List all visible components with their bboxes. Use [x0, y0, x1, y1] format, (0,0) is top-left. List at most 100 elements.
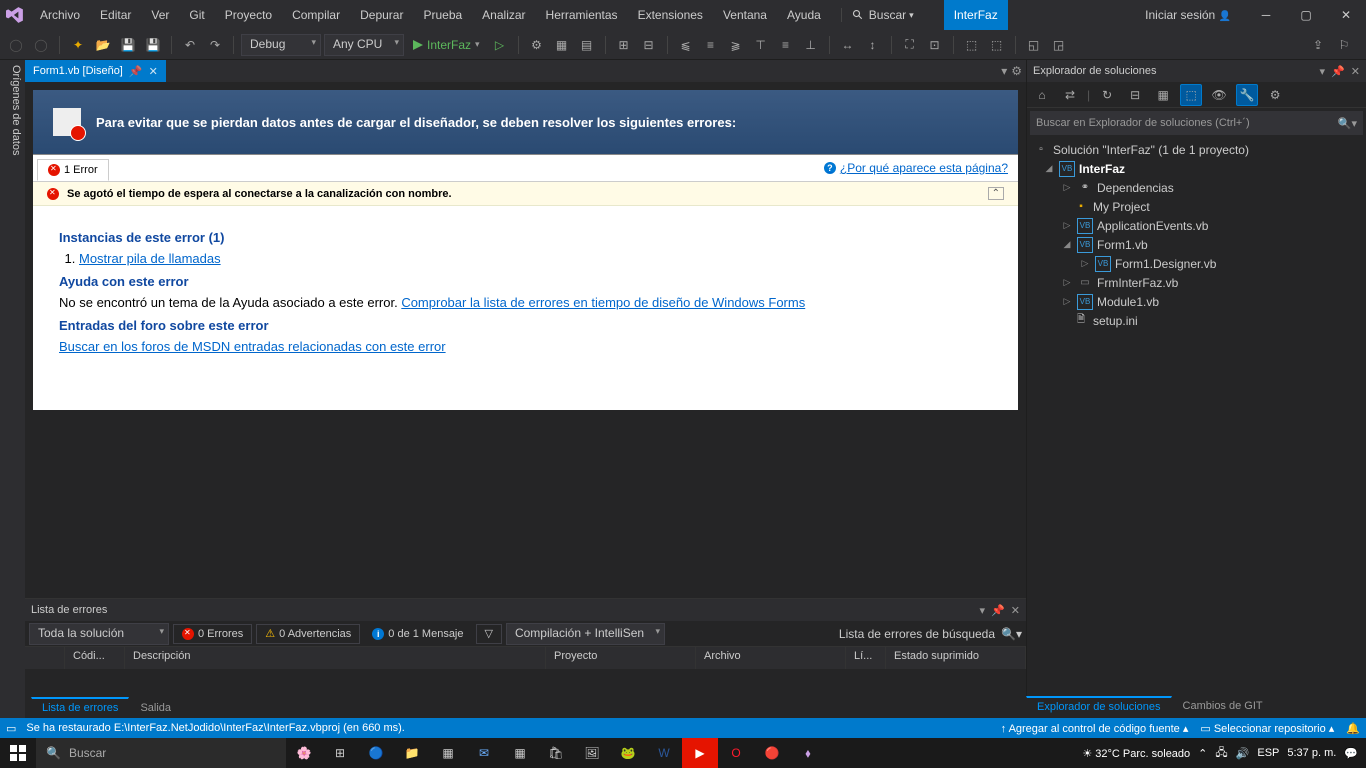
task-app-icon[interactable]: ▶ [682, 738, 718, 768]
preview-icon[interactable]: 👁 [1208, 84, 1230, 106]
align-bot-icon[interactable]: ⊥ [800, 34, 822, 56]
close-button[interactable]: ✕ [1326, 0, 1366, 30]
tray-chevron-icon[interactable]: ⌃ [1198, 747, 1207, 760]
redo-icon[interactable]: ↷ [204, 34, 226, 56]
panel-close-icon[interactable]: ✕ [1351, 65, 1360, 78]
project-node[interactable]: ◢ VB InterFaz [1027, 159, 1366, 178]
toolbar-icon[interactable]: ⊞ [613, 34, 635, 56]
align-mid-icon[interactable]: ≡ [775, 34, 797, 56]
error-count-tab[interactable]: 1 Error [37, 159, 109, 181]
build-filter-dropdown[interactable]: Compilación + IntelliSen [506, 623, 665, 645]
errors-filter[interactable]: 0 Errores [173, 624, 252, 644]
home-icon[interactable]: ⌂ [1031, 84, 1053, 106]
chevron-right-icon[interactable]: ▷ [1061, 277, 1073, 288]
tab-settings-icon[interactable]: ⚙ [1011, 64, 1022, 78]
properties-icon[interactable]: 🔧 [1236, 84, 1258, 106]
col-project[interactable]: Proyecto [546, 647, 696, 669]
datasources-rail[interactable]: Orígenes de datos [0, 60, 25, 718]
chevron-right-icon[interactable]: ▷ [1061, 182, 1073, 193]
task-word-icon[interactable]: W [646, 738, 682, 768]
solution-root[interactable]: ▫ Solución "InterFaz" (1 de 1 proyecto) [1027, 140, 1366, 159]
order-icon[interactable]: ⬚ [986, 34, 1008, 56]
nav-back-icon[interactable]: ◯ [5, 34, 27, 56]
chevron-right-icon[interactable]: ▷ [1061, 296, 1073, 307]
share-icon[interactable]: ⇪ [1307, 34, 1329, 56]
weather-widget[interactable]: ☀ 32°C Parc. soleado [1082, 747, 1190, 760]
task-store-icon[interactable]: 🛍 [538, 738, 574, 768]
new-project-icon[interactable]: ✦ [67, 34, 89, 56]
task-app-icon[interactable]: ▦ [502, 738, 538, 768]
menu-prueba[interactable]: Prueba [413, 0, 472, 30]
task-app-icon[interactable]: ▦ [430, 738, 466, 768]
col-line[interactable]: Lí... [846, 647, 886, 669]
size-icon[interactable]: ⛶ [899, 34, 921, 56]
size-icon[interactable]: ⊡ [924, 34, 946, 56]
taskbar-search[interactable]: 🔍 Buscar [36, 738, 286, 768]
menu-editar[interactable]: Editar [90, 0, 141, 30]
task-view-icon[interactable]: ⊞ [322, 738, 358, 768]
tree-appevents[interactable]: ▷ VB ApplicationEvents.vb [1027, 216, 1366, 235]
minimize-button[interactable]: ─ [1246, 0, 1286, 30]
align-center-icon[interactable]: ≡ [700, 34, 722, 56]
menu-compilar[interactable]: Compilar [282, 0, 350, 30]
warnings-filter[interactable]: ⚠0 Advertencias [256, 624, 360, 644]
spacing-icon[interactable]: ↕ [862, 34, 884, 56]
task-vs-icon[interactable]: ⬧ [790, 738, 826, 768]
panel-pin-icon[interactable]: 📌 [991, 604, 1005, 617]
menu-ver[interactable]: Ver [141, 0, 179, 30]
solution-name[interactable]: InterFaz [944, 0, 1008, 30]
tree-module1[interactable]: ▷ VB Module1.vb [1027, 292, 1366, 311]
settings-icon[interactable]: ⚙ [1264, 84, 1286, 106]
why-link[interactable]: ? ¿Por qué aparece esta página? [814, 157, 1018, 179]
spacing-icon[interactable]: ↔ [837, 34, 859, 56]
panel-dropdown-icon[interactable]: ▾ [980, 604, 986, 617]
menu-search[interactable]: Buscar ▾ [841, 8, 924, 22]
toolbar-icon[interactable]: ⊟ [638, 34, 660, 56]
feedback-icon[interactable]: ⚐ [1333, 34, 1355, 56]
col-desc[interactable]: Descripción [125, 647, 546, 669]
tree-frminterfaz[interactable]: ▷ ▭ FrmInterFaz.vb [1027, 273, 1366, 292]
task-chrome-icon[interactable]: 🔴 [754, 738, 790, 768]
start-button[interactable]: InterFaz ▾ [407, 34, 486, 56]
tray-notifications-icon[interactable]: 💬 [1344, 747, 1358, 760]
tree-deps[interactable]: ▷ ⚭ Dependencias [1027, 178, 1366, 197]
start-noDebug-icon[interactable]: ▷ [489, 34, 511, 56]
tray-volume-icon[interactable]: 🔊 [1236, 747, 1250, 760]
toolbar-icon[interactable]: ▦ [551, 34, 573, 56]
clear-filter-icon[interactable]: ▽ [476, 624, 502, 644]
menu-git[interactable]: Git [179, 0, 214, 30]
messages-filter[interactable]: i0 de 1 Mensaje [364, 624, 471, 644]
tray-clock[interactable]: 5:37 p. m. [1287, 747, 1336, 759]
menu-analizar[interactable]: Analizar [472, 0, 535, 30]
task-flowers-icon[interactable]: 🌸 [286, 738, 322, 768]
scope-dropdown[interactable]: Toda la solución [29, 623, 169, 645]
col-code[interactable]: Códi... [65, 647, 125, 669]
menu-archivo[interactable]: Archivo [30, 0, 90, 30]
align-left-icon[interactable]: ⫹ [675, 34, 697, 56]
task-opera-icon[interactable]: O [718, 738, 754, 768]
chevron-right-icon[interactable]: ▷ [1079, 258, 1091, 269]
menu-ayuda[interactable]: Ayuda [777, 0, 831, 30]
config-dropdown[interactable]: Debug [241, 34, 321, 56]
layout-icon[interactable]: ◱ [1023, 34, 1045, 56]
task-app-icon[interactable]: 🖼 [574, 738, 610, 768]
notifications-icon[interactable]: 🔔 [1346, 722, 1360, 735]
tab-git-changes[interactable]: Cambios de GIT [1172, 696, 1274, 718]
task-app-icon[interactable]: 🐸 [610, 738, 646, 768]
nav-fwd-icon[interactable]: ◯ [30, 34, 52, 56]
panel-pin-icon[interactable]: 📌 [1331, 65, 1345, 78]
layout-icon[interactable]: ◲ [1048, 34, 1070, 56]
tab-dropdown-icon[interactable]: ▾ [1001, 64, 1007, 78]
close-tab-icon[interactable]: ✕ [149, 65, 158, 78]
start-button[interactable] [0, 738, 36, 768]
undo-icon[interactable]: ↶ [179, 34, 201, 56]
task-mail-icon[interactable]: ✉ [466, 738, 502, 768]
tree-form1-designer[interactable]: ▷ VB Form1.Designer.vb [1027, 254, 1366, 273]
tray-lang[interactable]: ESP [1257, 747, 1279, 759]
forum-link[interactable]: Buscar en los foros de MSDN entradas rel… [59, 339, 446, 354]
tab-solution-explorer[interactable]: Explorador de soluciones [1026, 696, 1172, 718]
open-icon[interactable]: 📂 [92, 34, 114, 56]
menu-depurar[interactable]: Depurar [350, 0, 413, 30]
align-top-icon[interactable]: ⊤ [750, 34, 772, 56]
collapse-icon[interactable]: ⊟ [1124, 84, 1146, 106]
